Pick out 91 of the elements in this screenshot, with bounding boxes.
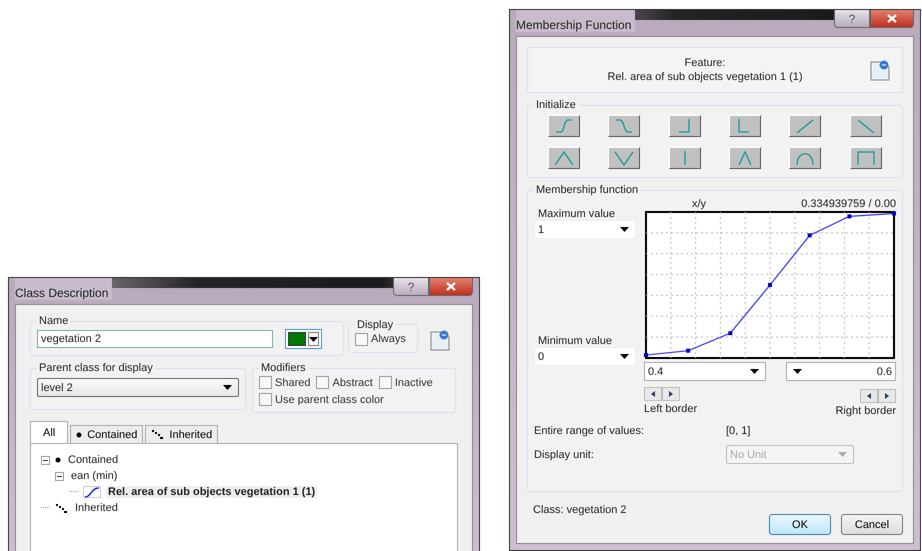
decrease-button[interactable]	[644, 387, 662, 401]
document-icon[interactable]	[430, 328, 450, 350]
dropdown-arrow-icon	[620, 227, 629, 232]
tree-item[interactable]: Rel. area of sub objects vegetation 1 (1)	[106, 486, 318, 498]
help-button[interactable]: ?	[834, 10, 870, 28]
function-shape-button[interactable]	[729, 147, 762, 169]
checkbox[interactable]	[259, 393, 272, 406]
function-shape-button[interactable]	[789, 147, 822, 169]
function-shape-button[interactable]	[850, 147, 882, 169]
function-shape-button[interactable]	[789, 115, 822, 137]
group-label: Modifiers	[260, 362, 307, 374]
tab[interactable]: Contained	[70, 425, 144, 443]
help-button[interactable]: ?	[393, 278, 429, 296]
function-shape-button[interactable]	[608, 115, 640, 137]
dot-icon	[76, 432, 82, 438]
minimum-label: Minimum value	[538, 335, 613, 347]
feature-name: Rel. area of sub objects vegetation 1 (1)	[607, 71, 803, 83]
expander-icon[interactable]	[41, 456, 50, 464]
tree-item[interactable]: Inherited	[73, 502, 120, 514]
membership-curve-drawing[interactable]	[644, 210, 896, 360]
unit-label: Display unit:	[534, 448, 595, 460]
tree-item[interactable]: Contained	[66, 454, 120, 466]
checkbox[interactable]	[259, 376, 272, 389]
dot-icon	[55, 457, 61, 463]
cancel-button[interactable]: Cancel	[841, 514, 903, 535]
checkbox-label: Shared	[275, 376, 310, 388]
maximum-dropdown[interactable]: 1	[534, 220, 636, 239]
dropdown-arrow-icon	[750, 369, 759, 374]
dropdown-arrow-icon	[620, 354, 629, 359]
dotted-arrow-icon	[151, 429, 164, 440]
checkbox-label: Always	[371, 333, 406, 345]
document-icon[interactable]	[870, 59, 890, 81]
group-label: Membership function	[535, 184, 640, 196]
tab[interactable]: All	[30, 421, 68, 443]
left-arrow-icon	[867, 393, 871, 399]
increase-button[interactable]	[662, 387, 680, 401]
dropdown-arrow-icon	[838, 452, 847, 457]
ok-button[interactable]: OK	[769, 514, 831, 535]
left-border-label: Left border	[644, 403, 698, 415]
decrease-button[interactable]	[860, 389, 878, 403]
right-arrow-icon	[885, 393, 889, 399]
checkbox-label: Abstract	[332, 376, 373, 388]
function-shape-button[interactable]	[548, 115, 580, 137]
increase-button[interactable]	[878, 389, 896, 403]
right-border-dropdown[interactable]: 0.6	[786, 362, 896, 381]
dotted-arrow-icon	[55, 502, 68, 514]
maximum-label: Maximum value	[538, 208, 616, 220]
range-label: Entire range of values:	[534, 425, 646, 437]
checkbox-label: Inactive	[394, 376, 433, 388]
window-title: Class Description	[15, 278, 112, 300]
function-shape-button[interactable]	[548, 147, 580, 169]
close-icon	[887, 14, 897, 23]
class-name-text: Class: vegetation 2	[533, 503, 627, 518]
axis-label: x/y	[692, 198, 706, 210]
function-shape-button[interactable]	[729, 115, 762, 137]
tree-item[interactable]: ean (min)	[69, 470, 120, 482]
cursor-reading: 0.334939759 / 0.00	[801, 198, 896, 210]
close-button[interactable]	[429, 278, 473, 296]
parent-class-dropdown[interactable]: level 2	[37, 378, 239, 397]
function-shape-button[interactable]	[668, 147, 701, 169]
close-icon	[446, 282, 456, 291]
dropdown-arrow-icon	[309, 336, 318, 342]
left-border-dropdown[interactable]: 0.4	[644, 362, 766, 381]
tab[interactable]: Inherited	[145, 425, 218, 443]
vertical-line-icon	[682, 150, 687, 166]
group-label: Initialize	[535, 99, 577, 111]
group-label: Display	[356, 318, 394, 330]
curve-icon	[83, 486, 101, 498]
range-value: [0, 1]	[726, 425, 750, 437]
dropdown-arrow-icon	[223, 385, 232, 390]
expander-icon[interactable]	[55, 472, 64, 480]
checkbox[interactable]	[316, 376, 330, 389]
close-button[interactable]	[870, 10, 914, 28]
window-title: Membership Function	[516, 10, 636, 32]
function-shape-button[interactable]	[850, 115, 882, 137]
peak-icon	[552, 148, 576, 168]
minimum-dropdown[interactable]: 0	[534, 347, 636, 366]
function-shape-button[interactable]	[668, 115, 701, 137]
right-border-label: Right border	[835, 405, 896, 417]
dropdown-arrow-icon	[793, 369, 802, 374]
checkbox-label: Use parent class color	[275, 394, 384, 406]
left-arrow-icon	[651, 391, 655, 397]
checkbox[interactable]	[378, 376, 392, 389]
feature-label: Feature:	[684, 57, 726, 69]
right-arrow-icon	[669, 391, 673, 397]
checkbox[interactable]	[355, 332, 368, 346]
function-shape-button[interactable]	[608, 147, 640, 169]
group-label: Parent class for display	[38, 362, 154, 374]
name-field[interactable]: vegetation 2	[37, 330, 273, 348]
color-picker[interactable]	[285, 329, 322, 349]
group-label: Name	[38, 315, 70, 327]
